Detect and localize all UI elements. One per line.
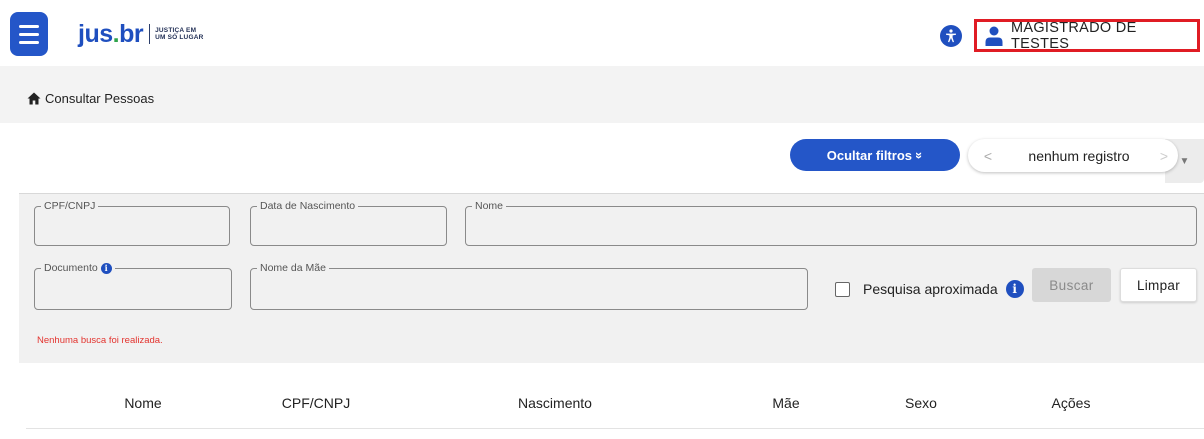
menu-icon-bar	[19, 24, 39, 28]
mother-name-label: Nome da Mãe	[260, 262, 326, 274]
logo-tagline-line-2: UM SÓ LUGAR	[155, 34, 204, 41]
info-icon[interactable]: i	[100, 262, 112, 274]
user-icon	[985, 26, 1003, 46]
mother-name-field[interactable]: Nome da Mãe	[250, 262, 808, 310]
info-icon[interactable]: i	[1005, 280, 1024, 298]
menu-icon-bar	[19, 40, 39, 44]
home-icon[interactable]	[27, 92, 41, 105]
logo-br: br	[119, 20, 144, 48]
column-header-cpf-cnpj[interactable]: CPF/CNPJ	[282, 395, 350, 411]
birth-date-label: Data de Nascimento	[260, 200, 356, 212]
menu-icon-bar	[19, 32, 39, 36]
logo-separator	[149, 24, 151, 44]
pager-prev-button[interactable]: <	[968, 148, 1008, 164]
column-header-mae[interactable]: Mãe	[772, 395, 799, 411]
user-name: MAGISTRADO DE TESTES	[1011, 19, 1137, 52]
approximate-search-toggle[interactable]: Pesquisa aproximada i	[835, 280, 1024, 298]
search-status-message: Nenhuma busca foi realizada.	[37, 335, 163, 346]
pager-next-button[interactable]: >	[1150, 148, 1178, 164]
breadcrumb-current: Consultar Pessoas	[27, 91, 154, 106]
approximate-search-checkbox[interactable]	[835, 281, 850, 297]
logo-jus: jus	[78, 20, 113, 48]
column-header-sexo[interactable]: Sexo	[905, 395, 937, 411]
double-chevron-down-icon: »	[912, 151, 928, 159]
hide-filters-button[interactable]: Ocultar filtros »	[790, 139, 960, 171]
approximate-search-label: Pesquisa aproximada	[863, 281, 998, 297]
user-menu-button[interactable]: MAGISTRADO DE TESTES	[974, 19, 1200, 52]
column-header-nome[interactable]: Nome	[124, 395, 161, 411]
jusbr-logo[interactable]: jus.br JUSTIÇA EM UM SÓ LUGAR	[78, 20, 204, 48]
results-table-header: Nome CPF/CNPJ Nascimento Mãe Sexo Ações	[26, 363, 1204, 429]
pager-count: nenhum registro	[1028, 147, 1130, 164]
breadcrumb: Consultar Pessoas	[0, 66, 1204, 123]
logo-tagline: JUSTIÇA EM UM SÓ LUGAR	[155, 27, 203, 41]
document-label: Documento i	[41, 262, 115, 274]
pagination: < nenhum registro >	[968, 139, 1178, 172]
name-field[interactable]: Nome	[465, 200, 1197, 246]
document-field[interactable]: Documento i	[34, 262, 232, 310]
logo-tagline-line-1: JUSTIÇA EM	[155, 27, 197, 34]
breadcrumb-label: Consultar Pessoas	[45, 91, 155, 106]
cpf-cnpj-field[interactable]: CPF/CNPJ	[34, 200, 230, 246]
hide-filters-label: Ocultar filtros	[826, 147, 912, 163]
cpf-cnpj-label: CPF/CNPJ	[44, 200, 96, 212]
caret-down-icon: ▼	[1179, 155, 1190, 167]
accessibility-icon[interactable]	[940, 25, 962, 47]
birth-date-field[interactable]: Data de Nascimento	[250, 200, 447, 246]
name-label: Nome	[475, 200, 504, 212]
logo-wordmark: jus.br	[78, 20, 144, 48]
hamburger-menu-button[interactable]	[10, 12, 48, 56]
column-header-acoes: Ações	[1051, 395, 1091, 411]
clear-button[interactable]: Limpar	[1120, 268, 1197, 302]
app-header: jus.br JUSTIÇA EM UM SÓ LUGAR MAGISTRADO…	[0, 0, 1204, 66]
search-button[interactable]: Buscar	[1032, 268, 1111, 302]
column-header-nascimento[interactable]: Nascimento	[518, 395, 592, 411]
